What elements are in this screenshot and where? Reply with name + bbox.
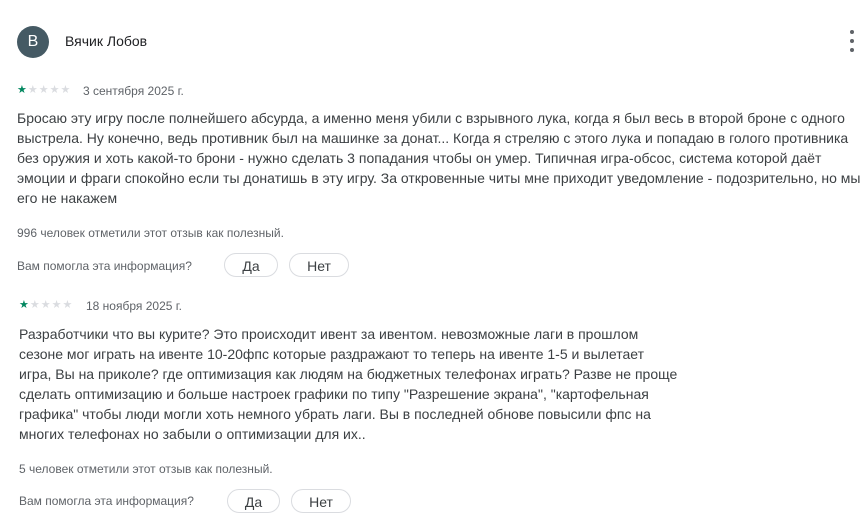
helpful-question: Вам помогла эта информация? xyxy=(17,259,192,273)
author-name: Вячик Лобов xyxy=(65,33,148,49)
review-date: 18 ноября 2025 г. xyxy=(86,299,182,313)
star-icon: ★ xyxy=(62,299,73,311)
helpful-yes-button[interactable]: Да xyxy=(227,489,280,513)
review-1: ★ ★ ★ ★ ★ 3 сентября 2025 г. Бросаю эту … xyxy=(17,84,867,280)
rating-stars: ★ ★ ★ ★ ★ xyxy=(17,84,70,96)
helpful-count: 5 человек отметили этот отзыв как полезн… xyxy=(19,462,273,476)
helpful-count: 996 человек отметили этот отзыв как поле… xyxy=(17,226,284,240)
star-icon: ★ xyxy=(38,84,49,96)
star-icon: ★ xyxy=(60,84,71,96)
star-icon: ★ xyxy=(40,299,51,311)
star-icon: ★ xyxy=(19,299,29,311)
helpful-question: Вам помогла эта информация? xyxy=(19,494,194,508)
more-vert-icon[interactable] xyxy=(842,30,862,52)
review-text: Бросаю эту игру после полнейшего абсурда… xyxy=(17,110,861,206)
star-icon: ★ xyxy=(27,84,38,96)
star-icon: ★ xyxy=(29,299,40,311)
review-text: Разработчики что вы курите? Это происход… xyxy=(19,326,678,442)
rating-stars: ★ ★ ★ ★ ★ xyxy=(19,299,72,311)
avatar: В xyxy=(17,26,49,58)
star-icon: ★ xyxy=(49,84,60,96)
review-date: 3 сентября 2025 г. xyxy=(83,84,184,98)
helpful-yes-button[interactable]: Да xyxy=(224,253,278,277)
helpful-no-button[interactable]: Нет xyxy=(291,489,351,513)
star-icon: ★ xyxy=(17,84,27,96)
star-icon: ★ xyxy=(51,299,62,311)
review-2: ★ ★ ★ ★ ★ 18 ноября 2025 г. Разработчики… xyxy=(19,299,867,515)
helpful-no-button[interactable]: Нет xyxy=(289,253,349,277)
